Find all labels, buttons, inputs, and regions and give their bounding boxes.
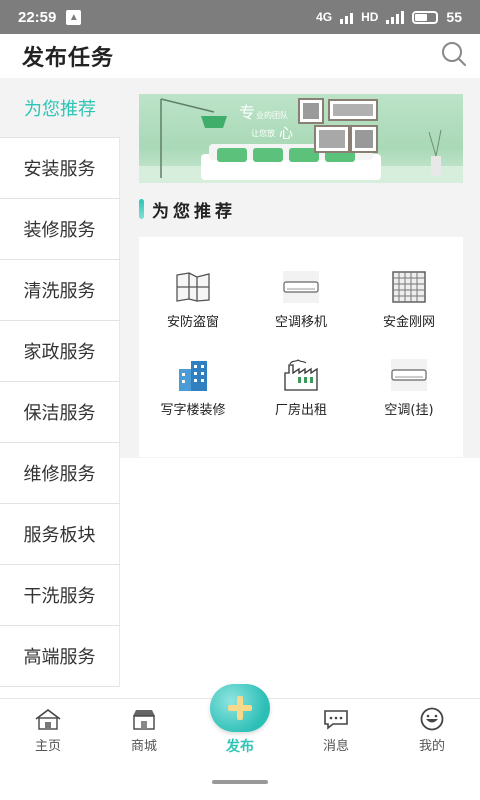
sidebar-item-label: 服务板块 bbox=[23, 525, 96, 546]
tab-home[interactable]: 主页 bbox=[0, 707, 96, 754]
sidebar-item-dry-cleaning[interactable]: 干洗服务 bbox=[0, 565, 120, 626]
office-building-icon bbox=[173, 357, 213, 393]
sidebar-item-label: 装修服务 bbox=[23, 220, 96, 241]
page-header: 发布任务 bbox=[0, 34, 480, 78]
sidebar-item-service-section[interactable]: 服务板块 bbox=[0, 504, 120, 565]
wall-ac-icon bbox=[389, 357, 429, 393]
category-sidebar: 为您推荐 安装服务 装修服务 清洗服务 家政服务 保洁服务 维修服务 服务板块 … bbox=[0, 78, 120, 687]
home-icon bbox=[34, 707, 62, 731]
service-grid: 安防盗窗 空调移机 安金刚网 写字楼装修 厂房出租 空调(挂) bbox=[139, 237, 463, 457]
sidebar-item-label: 安装服务 bbox=[23, 159, 96, 180]
sidebar-item-label: 保洁服务 bbox=[23, 403, 96, 424]
air-conditioner-icon bbox=[281, 269, 321, 305]
shop-icon bbox=[130, 707, 158, 731]
section-header: 为您推荐 bbox=[139, 198, 236, 222]
plus-icon bbox=[228, 696, 252, 720]
publish-label: 发布 bbox=[226, 739, 254, 755]
battery-icon bbox=[412, 10, 439, 24]
tab-label: 我的 bbox=[418, 739, 445, 754]
sidebar-item-label: 清洗服务 bbox=[23, 281, 96, 302]
home-indicator[interactable] bbox=[212, 780, 268, 784]
signal-icon bbox=[340, 11, 354, 24]
banner-text-1: 业的团队 bbox=[256, 110, 288, 120]
sidebar-item-label: 维修服务 bbox=[23, 464, 96, 485]
sidebar-item-janitorial[interactable]: 保洁服务 bbox=[0, 382, 120, 443]
grid-item-label: 空调移机 bbox=[274, 315, 327, 330]
tab-label: 商城 bbox=[130, 739, 157, 754]
smile-icon bbox=[418, 707, 446, 731]
sidebar-item-repair[interactable]: 维修服务 bbox=[0, 443, 120, 504]
grid-item-wall-ac[interactable]: 空调(挂) bbox=[355, 357, 463, 418]
tab-profile[interactable]: 我的 bbox=[384, 707, 480, 754]
battery-level: 55 bbox=[446, 9, 462, 25]
network-label: 4G bbox=[316, 10, 333, 24]
sidebar-item-premium[interactable]: 高端服务 bbox=[0, 626, 120, 687]
sidebar-item-label: 干洗服务 bbox=[23, 586, 96, 607]
sidebar-item-install[interactable]: 安装服务 bbox=[0, 138, 120, 199]
section-accent-bar bbox=[139, 199, 144, 219]
grid-item-steel-mesh[interactable]: 安金刚网 bbox=[355, 269, 463, 330]
signal-icon-2 bbox=[386, 10, 405, 24]
grid-item-label: 安金刚网 bbox=[382, 315, 435, 330]
grid-item-security-window[interactable]: 安防盗窗 bbox=[139, 269, 247, 330]
banner-text-big-2: 心 bbox=[279, 126, 293, 142]
factory-icon bbox=[281, 357, 321, 393]
sidebar-item-label: 为您推荐 bbox=[24, 98, 96, 120]
banner-text-big-1: 专 bbox=[239, 103, 255, 122]
status-time: 22:59 bbox=[18, 8, 57, 26]
tab-shop[interactable]: 商城 bbox=[96, 707, 192, 754]
publish-button[interactable] bbox=[210, 684, 270, 732]
sidebar-item-cleaning[interactable]: 清洗服务 bbox=[0, 260, 120, 321]
banner-illustration: 专 业的团队 让您放 心 bbox=[139, 98, 463, 183]
tab-label: 消息 bbox=[322, 739, 349, 754]
window-icon bbox=[173, 269, 213, 305]
search-icon[interactable] bbox=[440, 40, 468, 68]
sidebar-item-label: 高端服务 bbox=[23, 647, 96, 668]
hd-label: HD bbox=[361, 10, 379, 24]
section-title: 为您推荐 bbox=[152, 201, 236, 222]
grid-item-label: 厂房出租 bbox=[274, 403, 327, 418]
promo-banner[interactable]: 专 业的团队 让您放 心 bbox=[139, 94, 463, 183]
tab-messages[interactable]: 消息 bbox=[288, 707, 384, 754]
sidebar-item-recommended[interactable]: 为您推荐 bbox=[0, 78, 120, 138]
banner-text-2: 让您放 bbox=[251, 128, 275, 138]
status-bar: 22:59 ▲ 4G HD 55 bbox=[0, 0, 480, 34]
upload-notification-icon: ▲ bbox=[66, 9, 82, 25]
tab-label: 主页 bbox=[34, 739, 61, 754]
grid-item-factory-rental[interactable]: 厂房出租 bbox=[247, 357, 355, 418]
sidebar-item-decoration[interactable]: 装修服务 bbox=[0, 199, 120, 260]
status-right: 4G HD 55 bbox=[316, 9, 462, 25]
grid-item-ac-relocation[interactable]: 空调移机 bbox=[247, 269, 355, 330]
message-icon bbox=[322, 707, 350, 731]
sidebar-item-label: 家政服务 bbox=[23, 342, 96, 363]
sidebar-item-housekeeping[interactable]: 家政服务 bbox=[0, 321, 120, 382]
grid-item-label: 空调(挂) bbox=[384, 403, 434, 418]
grid-item-label: 写字楼装修 bbox=[160, 403, 226, 418]
grid-item-office-renovation[interactable]: 写字楼装修 bbox=[139, 357, 247, 418]
page-title: 发布任务 bbox=[22, 46, 115, 71]
mesh-icon bbox=[389, 269, 429, 305]
grid-item-label: 安防盗窗 bbox=[166, 315, 219, 330]
